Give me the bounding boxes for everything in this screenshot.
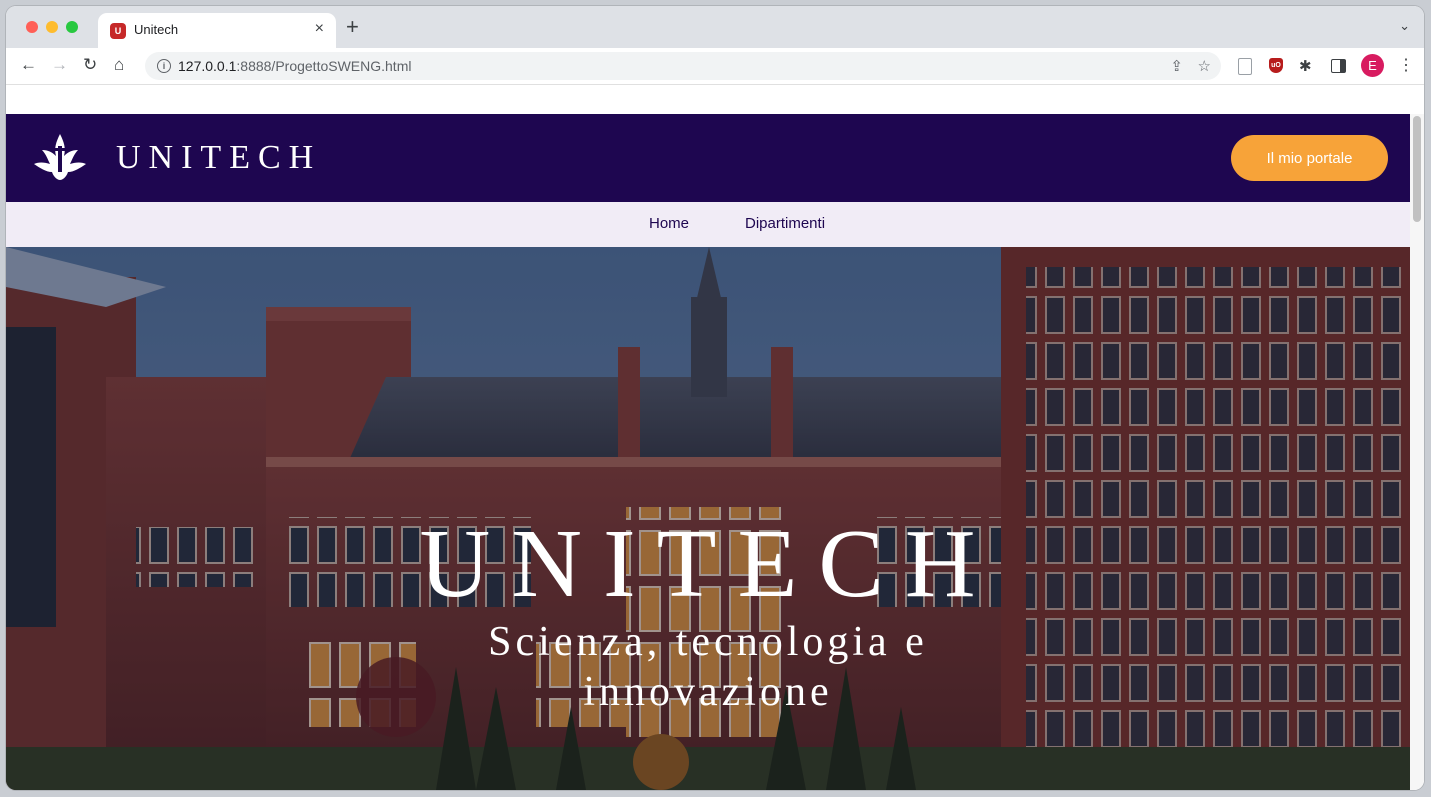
unitech-logo-icon[interactable]: [32, 132, 88, 182]
tab-search-chevron-icon[interactable]: ⌄: [1399, 18, 1410, 34]
nav-link-dipartimenti[interactable]: Dipartimenti: [745, 215, 825, 232]
ublock-extension-icon[interactable]: uO: [1269, 58, 1283, 73]
close-window-button[interactable]: [26, 21, 38, 33]
browser-menu-icon[interactable]: ⋮: [1398, 55, 1414, 75]
scrollbar-thumb[interactable]: [1413, 116, 1421, 222]
url-text[interactable]: 127.0.0.1:8888/ProgettoSWENG.html: [178, 58, 411, 74]
profile-avatar[interactable]: E: [1361, 54, 1384, 77]
side-panel-icon[interactable]: [1331, 59, 1346, 73]
extensions-puzzle-icon[interactable]: ✱: [1299, 57, 1312, 75]
new-tab-button[interactable]: +: [346, 14, 359, 40]
nav-link-home[interactable]: Home: [649, 215, 689, 232]
tab-title: Unitech: [134, 22, 179, 37]
hero-subtitle: Scienza, tecnologia e innovazione: [488, 619, 928, 715]
tab-strip: U Unitech × + ⌄: [6, 6, 1424, 48]
hero-banner: UNITECH Scienza, tecnologia e innovazion…: [6, 247, 1410, 790]
hero-title: UNITECH: [419, 510, 997, 618]
forward-arrow-icon[interactable]: →: [51, 55, 68, 75]
brand-name[interactable]: UNITECH: [116, 139, 321, 177]
reload-icon[interactable]: ↻: [83, 55, 97, 75]
my-portal-button[interactable]: Il mio portale: [1231, 135, 1388, 181]
bookmark-star-icon[interactable]: ☆: [1198, 57, 1211, 75]
site-info-icon[interactable]: i: [157, 59, 171, 73]
page-scrollbar[interactable]: [1410, 114, 1424, 790]
site-header: UNITECH Il mio portale: [6, 114, 1410, 202]
browser-toolbar: ← → ↻ ⌂ i 127.0.0.1:8888/ProgettoSWENG.h…: [6, 48, 1424, 85]
page-viewport: UNITECH Il mio portale Home Dipartimenti: [6, 85, 1424, 790]
reader-mode-icon[interactable]: [1238, 58, 1252, 75]
browser-window: U Unitech × + ⌄ ← → ↻ ⌂ i 127.0.0.1:8888…: [6, 6, 1424, 790]
maximize-window-button[interactable]: [66, 21, 78, 33]
address-bar[interactable]: i 127.0.0.1:8888/ProgettoSWENG.html ⇪ ☆: [145, 52, 1221, 80]
url-path: :8888/ProgettoSWENG.html: [236, 58, 412, 74]
share-icon[interactable]: ⇪: [1170, 57, 1183, 75]
home-icon[interactable]: ⌂: [114, 55, 124, 75]
browser-tab[interactable]: U Unitech ×: [98, 13, 336, 48]
main-nav: Home Dipartimenti: [6, 202, 1410, 247]
minimize-window-button[interactable]: [46, 21, 58, 33]
unitech-favicon-icon: U: [110, 23, 126, 39]
tab-close-icon[interactable]: ×: [315, 20, 324, 38]
back-arrow-icon[interactable]: ←: [20, 55, 37, 75]
url-host: 127.0.0.1: [178, 58, 237, 74]
